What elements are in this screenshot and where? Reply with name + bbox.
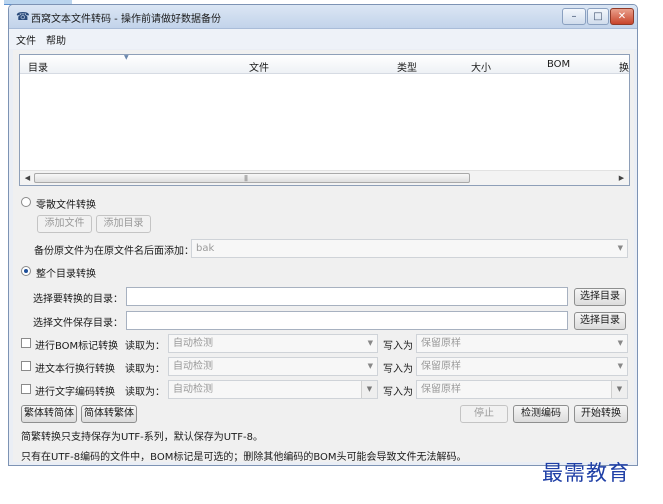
encoding-write-label: 写入为 xyxy=(383,387,413,398)
chevron-down-icon: ▼ xyxy=(617,339,623,347)
bom-read-label: 读取为： xyxy=(125,341,165,352)
app-icon: ☎ xyxy=(16,10,30,23)
encoding-convert-label: 进行文字编码转换 xyxy=(35,387,115,398)
save-dir-input[interactable] xyxy=(126,311,568,330)
start-convert-button[interactable]: 开始转换 xyxy=(574,405,628,423)
add-directory-button[interactable]: 添加目录 xyxy=(96,215,151,233)
column-header-bom[interactable]: BOM xyxy=(547,59,570,70)
scatter-mode-label: 零散文件转换 xyxy=(36,200,96,211)
chevron-down-icon: ▼ xyxy=(367,339,373,347)
simp-to-trad-button[interactable]: 简体转繁体 xyxy=(81,405,137,423)
trad-to-simp-button[interactable]: 繁体转简体 xyxy=(21,405,77,423)
encoding-write-value: 保留原样 xyxy=(421,384,461,395)
select-save-dir-button[interactable]: 选择目录 xyxy=(574,312,626,330)
backup-suffix-label: 备份原文件为在原文件名后面添加： xyxy=(34,246,194,257)
bom-write-select[interactable]: 保留原样 ▼ xyxy=(416,334,628,353)
chevron-down-icon: ▼ xyxy=(367,362,373,370)
linebreak-convert-checkbox[interactable] xyxy=(21,361,31,371)
chevron-down-icon[interactable]: ▼ xyxy=(361,381,377,398)
scrollbar-thumb[interactable]: ||| xyxy=(34,173,470,183)
bom-read-value: 自动检测 xyxy=(173,338,213,349)
note-line-2: 只有在UTF-8编码的文件中，BOM标记是可选的；删除其他编码的BOM头可能会导… xyxy=(21,452,467,463)
title-bar: ☎ 西窝文本文件转码 - 操作前请做好数据备份 – □ ✕ xyxy=(9,5,637,29)
scatter-mode-radio[interactable] xyxy=(21,197,31,207)
scroll-left-icon[interactable]: ◀ xyxy=(22,173,33,183)
linebreak-read-select[interactable]: 自动检测 ▼ xyxy=(168,357,378,376)
backup-suffix-combo[interactable]: bak ▼ xyxy=(191,239,628,258)
linebreak-convert-label: 进文本行换行转换 xyxy=(35,364,115,375)
chevron-down-icon: ▼ xyxy=(617,244,623,252)
chevron-down-icon: ▼ xyxy=(617,362,623,370)
horizontal-scrollbar[interactable]: ◀ ||| ▶ xyxy=(20,170,629,185)
linebreak-write-label: 写入为 xyxy=(383,364,413,375)
stop-button[interactable]: 停止 xyxy=(460,405,508,423)
column-header-directory[interactable]: 目录 xyxy=(28,59,48,74)
bom-write-value: 保留原样 xyxy=(421,338,461,349)
encoding-write-combo[interactable]: 保留原样 ▼ xyxy=(416,380,628,399)
select-source-dir-button[interactable]: 选择目录 xyxy=(574,288,626,306)
column-header-type[interactable]: 类型 xyxy=(397,59,417,74)
encoding-convert-checkbox[interactable] xyxy=(21,384,31,394)
encoding-read-value: 自动检测 xyxy=(173,384,213,395)
scroll-right-icon[interactable]: ▶ xyxy=(616,173,627,183)
window-title: 西窝文本文件转码 - 操作前请做好数据备份 xyxy=(31,14,221,25)
bom-write-label: 写入为 xyxy=(383,341,413,352)
linebreak-write-select[interactable]: 保留原样 ▼ xyxy=(416,357,628,376)
backup-suffix-value: bak xyxy=(196,243,215,254)
save-dir-label: 选择文件保存目录： xyxy=(33,318,123,329)
column-header-size[interactable]: 大小 xyxy=(471,59,491,74)
menu-file[interactable]: 文件 xyxy=(16,32,36,47)
sort-indicator-icon: ▼ xyxy=(124,54,129,61)
column-header-linebreak[interactable]: 换 xyxy=(619,59,629,74)
source-dir-input[interactable] xyxy=(126,287,568,306)
table-header: 目录 ▼ 文件 类型 大小 BOM 换 xyxy=(20,54,629,74)
file-table[interactable]: 目录 ▼ 文件 类型 大小 BOM 换 ◀ ||| ▶ xyxy=(19,54,630,186)
detect-encoding-button[interactable]: 检测编码 xyxy=(513,405,569,423)
watermark-text: 最需教育 xyxy=(542,461,630,485)
whole-dir-mode-label: 整个目录转换 xyxy=(36,269,96,280)
encoding-read-label: 读取为： xyxy=(125,387,165,398)
note-line-1: 简繁转换只支持保存为UTF-系列，默认保存为UTF-8。 xyxy=(21,432,263,443)
maximize-button[interactable]: □ xyxy=(587,8,609,25)
bom-read-select[interactable]: 自动检测 ▼ xyxy=(168,334,378,353)
linebreak-read-value: 自动检测 xyxy=(173,361,213,372)
add-file-button[interactable]: 添加文件 xyxy=(37,215,92,233)
source-dir-label: 选择要转换的目录： xyxy=(33,294,123,305)
app-window: ☎ 西窝文本文件转码 - 操作前请做好数据备份 – □ ✕ 文件 帮助 目录 ▼… xyxy=(8,4,638,466)
close-button[interactable]: ✕ xyxy=(610,8,634,25)
menu-bar: 文件 帮助 xyxy=(9,29,637,49)
bom-convert-label: 进行BOM标记转换 xyxy=(35,341,119,352)
column-header-file[interactable]: 文件 xyxy=(249,59,269,74)
bom-convert-checkbox[interactable] xyxy=(21,338,31,348)
encoding-read-combo[interactable]: 自动检测 ▼ xyxy=(168,380,378,399)
main-panel: 目录 ▼ 文件 类型 大小 BOM 换 ◀ ||| ▶ 零散文件转换 添加文件 … xyxy=(13,50,634,463)
linebreak-read-label: 读取为： xyxy=(125,364,165,375)
whole-dir-mode-radio[interactable] xyxy=(21,266,31,276)
minimize-button[interactable]: – xyxy=(562,8,586,25)
chevron-down-icon[interactable]: ▼ xyxy=(611,381,627,398)
linebreak-write-value: 保留原样 xyxy=(421,361,461,372)
menu-help[interactable]: 帮助 xyxy=(46,32,66,47)
grip-icon: ||| xyxy=(244,175,248,182)
